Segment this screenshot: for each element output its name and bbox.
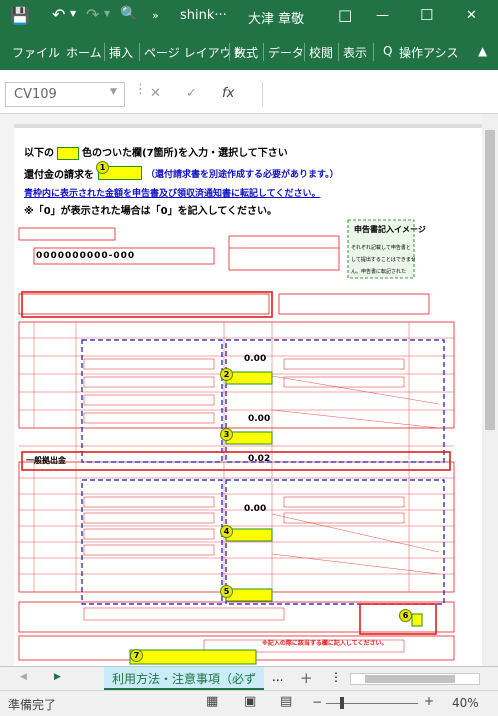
zoom-slider-thumb[interactable]	[340, 697, 344, 709]
share-icon[interactable]: ▲	[478, 44, 487, 58]
red-note: ※記入の際に該当する欄に記入してください。	[262, 640, 388, 647]
zoom-slider[interactable]	[326, 697, 418, 709]
tab-next-icon[interactable]: ▶	[54, 672, 61, 682]
name-box[interactable]: CV109	[5, 82, 125, 107]
instruction-1: 以下の 色のついた欄(7箇所)を入力・選択して下さい	[24, 144, 288, 160]
value-4: 0.00	[244, 504, 267, 514]
instruction-2: 還付金の請求を	[24, 166, 94, 181]
value-3: 0.02	[248, 454, 271, 464]
window-title: shink···	[180, 8, 227, 23]
tab-data[interactable]: データ	[268, 44, 304, 61]
callout-line-2: して提出することはできませ	[351, 257, 416, 263]
value-2: 0.00	[248, 414, 271, 424]
callout-title: 申告書記入イメージ	[354, 225, 426, 234]
tab-insert[interactable]: 挿入	[109, 44, 133, 61]
redo-icon[interactable]: ↷	[86, 5, 99, 24]
callout-line-1: それぞれ記載して申告書と	[351, 245, 411, 251]
tab-formulas[interactable]: 数式	[234, 44, 258, 61]
page-break-preview-icon[interactable]: ▤	[280, 694, 292, 709]
sample-yellow-cell	[57, 146, 79, 160]
tab-home[interactable]: ホーム	[66, 44, 102, 61]
insert-function-icon[interactable]: fx	[222, 86, 234, 101]
insurance-number-digits: 0000000000-000	[36, 251, 136, 261]
tab-prev-icon[interactable]: ◀	[20, 672, 27, 682]
instruction-1-prefix: 以下の	[24, 148, 54, 159]
zoom-in-button[interactable]: +	[424, 694, 434, 708]
lightbulb-icon[interactable]: Q	[383, 44, 392, 58]
callout-line-3: ん。申告書に転記された	[351, 269, 407, 275]
print-page: 以下の 色のついた欄(7箇所)を入力・選択して下さい 還付金の請求を （還付請求書…	[14, 124, 484, 666]
normal-view-icon[interactable]: ▦	[206, 694, 218, 709]
enter-icon[interactable]: ✓	[186, 86, 197, 101]
instruction-2-note: （還付請求書を別途作成する必要があります。）	[146, 170, 339, 180]
print-preview-icon[interactable]: 🔍	[120, 6, 137, 22]
close-button[interactable]: ✕	[466, 8, 477, 23]
tab-review[interactable]: 校閲	[309, 44, 333, 61]
zoom-level[interactable]: 40%	[452, 696, 479, 710]
more-icon: ⋮	[134, 82, 147, 97]
page-layout-view-icon[interactable]: ▣	[244, 694, 256, 709]
add-sheet-button[interactable]: +	[300, 669, 313, 687]
worksheet-area[interactable]: 以下の 色のついた欄(7箇所)を入力・選択して下さい 還付金の請求を （還付請求書…	[0, 114, 498, 666]
undo-icon[interactable]: ↶	[52, 5, 65, 24]
marker-3: 3	[220, 428, 233, 441]
name-box-dropdown-icon[interactable]: ▼	[110, 87, 117, 97]
value-1: 0.00	[244, 354, 267, 364]
marker-2: 2	[220, 368, 233, 381]
cancel-icon[interactable]: ✕	[150, 86, 161, 101]
instruction-3: 青枠内に表示された金額を申告書及び領収済通知書に転記してください。	[24, 189, 321, 199]
maximize-button[interactable]: ☐	[420, 6, 433, 24]
tab-view[interactable]: 表示	[343, 44, 367, 61]
active-sheet-tab-label: 利用方法・注意事項（必ず	[112, 672, 257, 686]
general-contribution-label: 一般拠出金	[26, 456, 66, 465]
instruction-4: ※「0」が表示された場合は「0」を記入してください。	[24, 206, 278, 217]
minimize-button[interactable]: —	[376, 8, 389, 23]
instruction-1-suffix: 色のついた欄(7箇所)を入力・選択して下さい	[82, 148, 288, 159]
scroll-thumb[interactable]	[485, 130, 495, 430]
ribbon-tabs: ファイル ホーム 挿入 ページ レイアウト 数式 データ 校閲 表示 Q 操作ア…	[0, 34, 498, 70]
formula-input[interactable]	[262, 82, 498, 107]
sheet-tab-bar: ◀ ▶ 利用方法・注意事項（必ず ... + ⋮	[0, 666, 498, 690]
tab-file[interactable]: ファイル	[12, 44, 60, 61]
status-bar: 準備完了 ▦ ▣ ▤ − + 40%	[0, 690, 498, 716]
ribbon-display-options-icon[interactable]: □	[338, 6, 352, 24]
ready-status: 準備完了	[8, 698, 57, 712]
zoom-out-button[interactable]: −	[312, 695, 322, 709]
vertical-scrollbar[interactable]	[482, 114, 498, 666]
more-commands-icon[interactable]: »	[152, 9, 159, 22]
marker-4: 4	[220, 525, 233, 538]
save-icon[interactable]: 💾	[10, 6, 30, 25]
options-icon[interactable]: ⋮	[330, 670, 342, 684]
marker-6: 6	[399, 609, 412, 622]
horizontal-scroll-thumb[interactable]	[365, 675, 455, 683]
more-sheets[interactable]: ...	[272, 670, 283, 684]
tell-me-search[interactable]: 操作アシス	[399, 44, 459, 61]
marker-5: 5	[220, 585, 233, 598]
active-sheet-tab[interactable]: 利用方法・注意事項（必ず	[104, 667, 264, 690]
user-name[interactable]: 大津 章敬	[248, 8, 304, 27]
title-bar: 💾 ↶ ▼ ↷ ▼ 🔍 » shink··· 大津 章敬 □ — ☐ ✕	[0, 0, 498, 34]
marker-1: 1	[96, 161, 109, 174]
formula-bar: CV109 ▼ ⋮ ✕ ✓ fx	[0, 70, 498, 114]
undo-dropdown-icon[interactable]: ▼	[70, 9, 76, 18]
instruction-2-prefix: 還付金の請求を	[24, 170, 94, 181]
marker-7: 7	[130, 649, 143, 662]
redo-dropdown-icon[interactable]: ▼	[104, 9, 110, 18]
horizontal-scrollbar[interactable]	[350, 673, 480, 685]
